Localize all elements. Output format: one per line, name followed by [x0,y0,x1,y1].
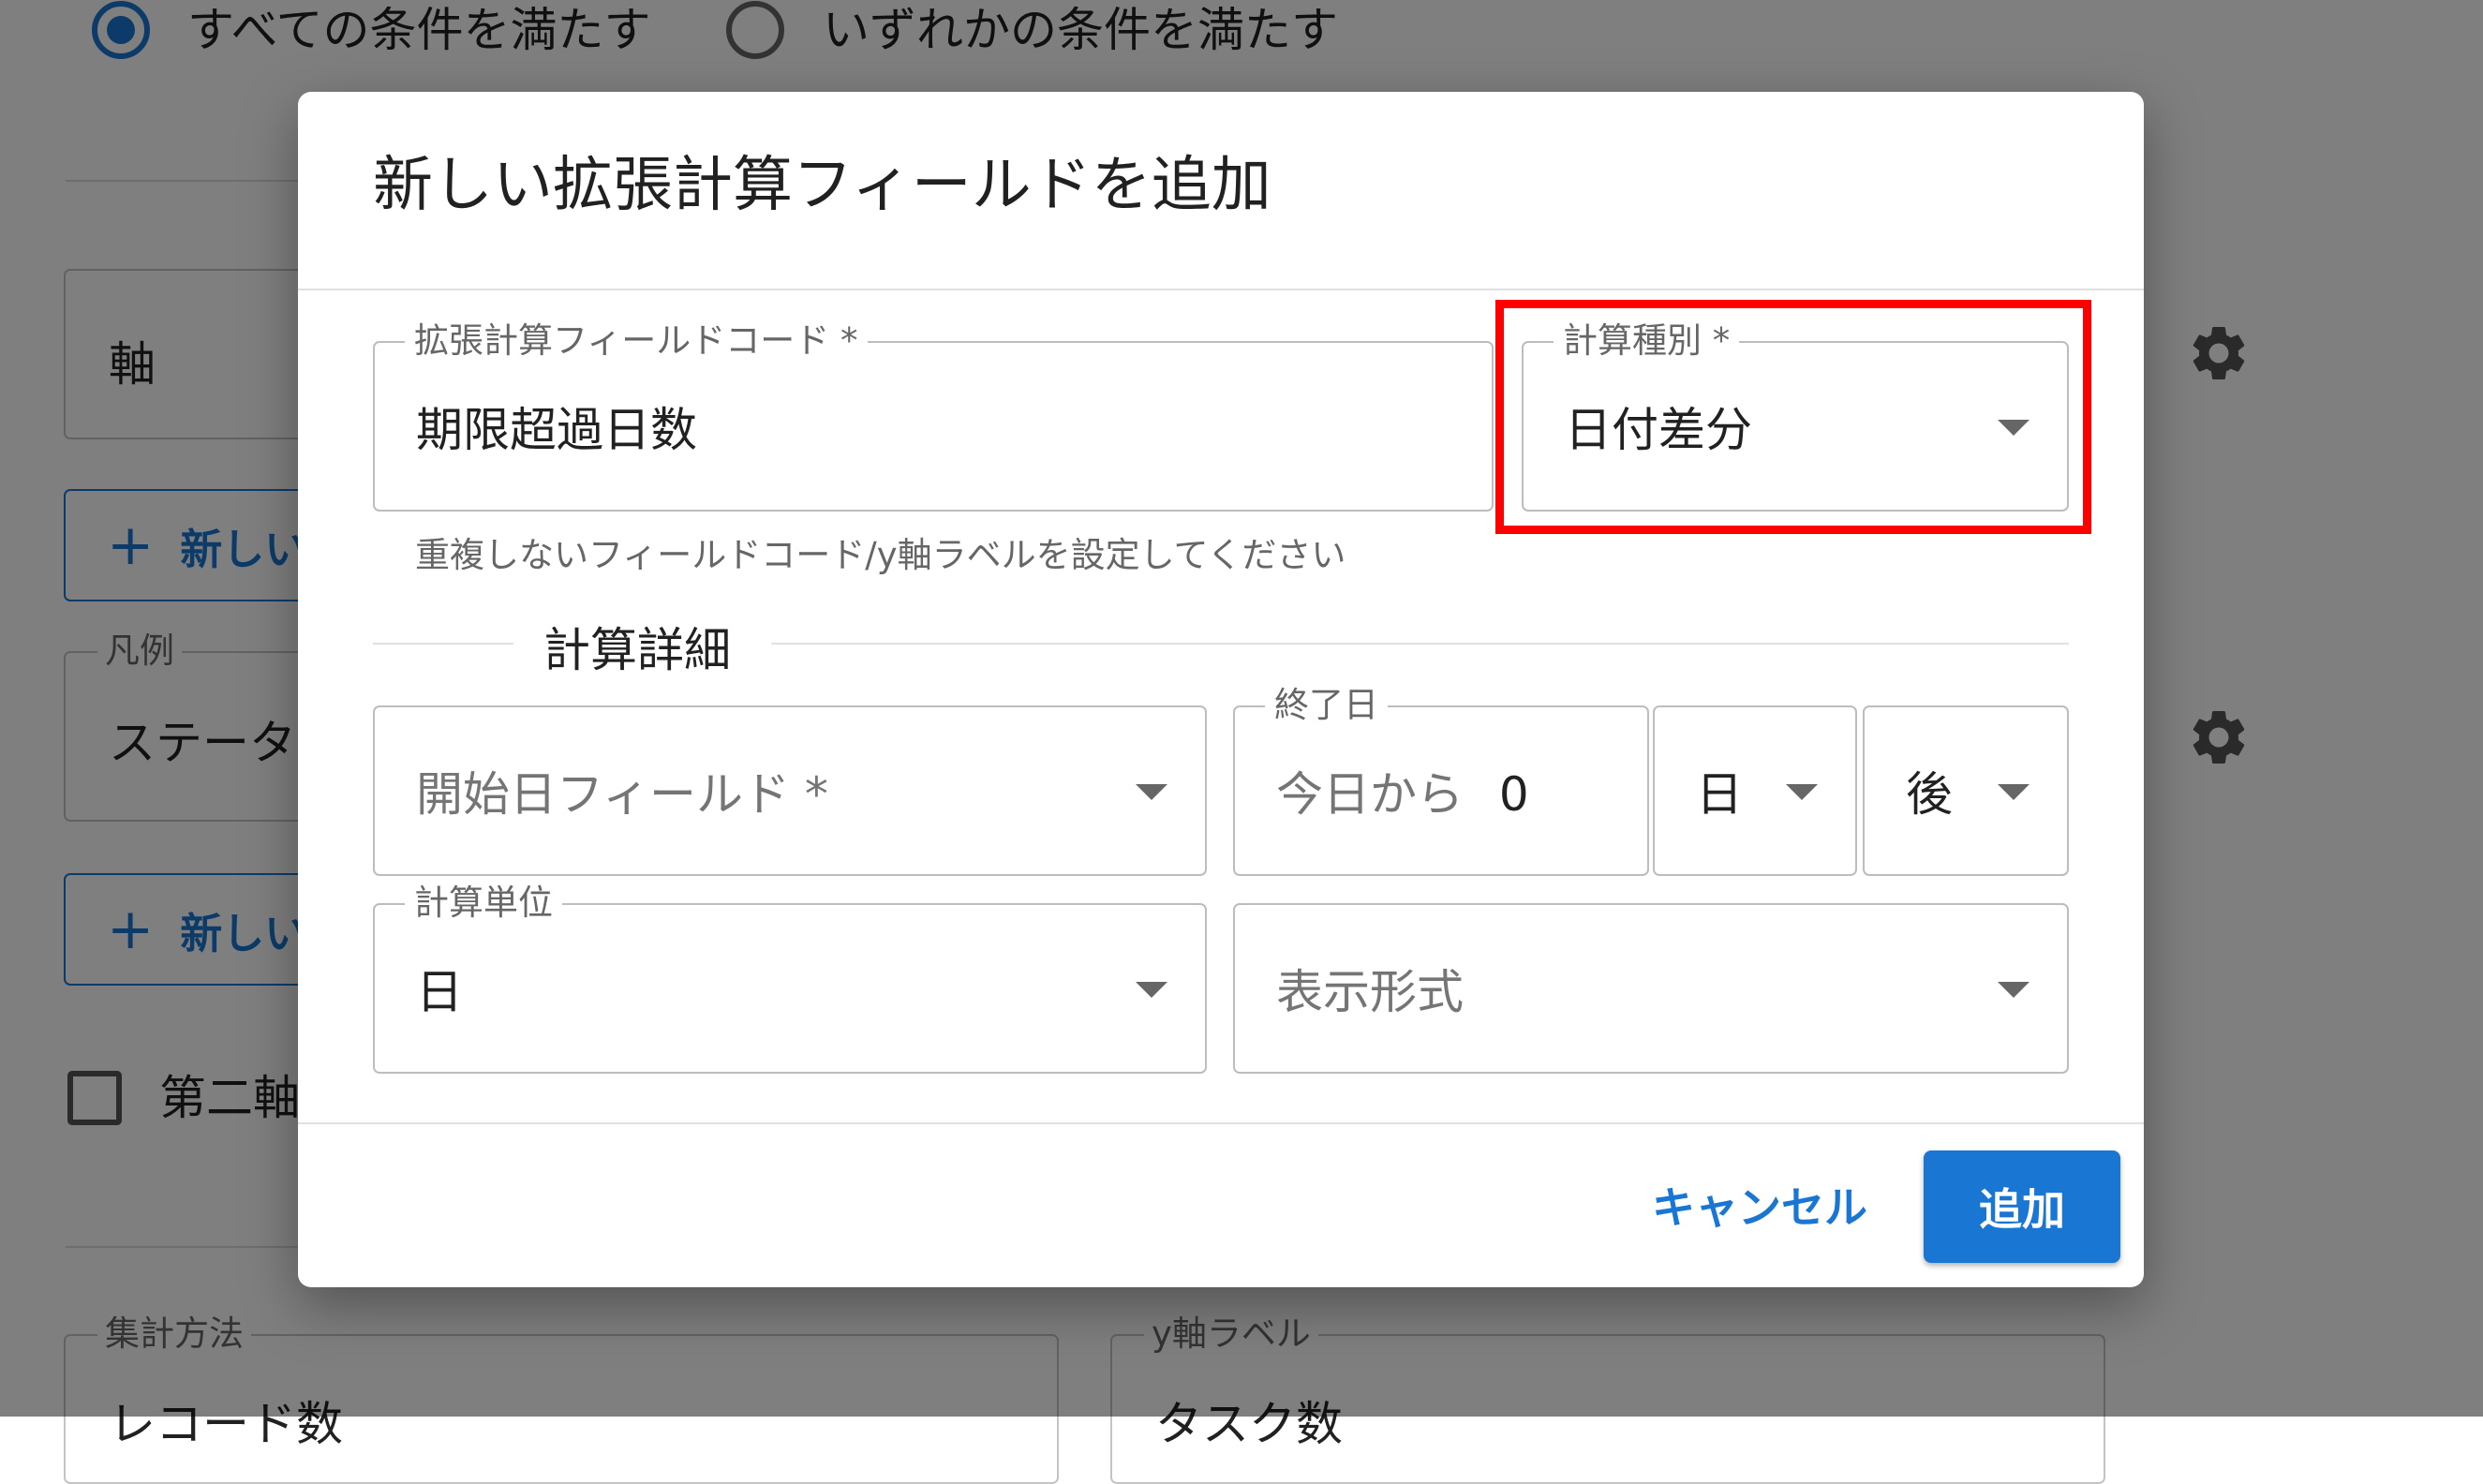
calc-unit-value: 日 [416,965,463,1019]
cancel-button[interactable]: キャンセル [1638,1155,1881,1254]
end-date-direction-value: 後 [1906,767,1953,822]
add-button[interactable]: 追加 [1924,1150,2120,1263]
end-date-prefix: 今日から [1276,767,1464,822]
caret-down-icon [1136,784,1167,800]
display-format-placeholder: 表示形式 [1276,965,1464,1019]
end-date-direction-select[interactable]: 後 [1863,705,2069,876]
calc-unit-label: 計算単位 [405,883,562,924]
end-date-label: 終了日 [1265,685,1388,726]
caret-down-icon [1998,982,2030,998]
divider [373,643,513,645]
end-date-unit-value: 日 [1696,767,1743,822]
end-date-value: 今日から 0 [1276,757,1529,824]
caret-down-icon [1998,784,2030,800]
field-code-label: 拡張計算フィールドコード * [405,320,868,362]
start-date-select[interactable]: 開始日フィールド * [373,705,1207,876]
calc-details-title: 計算詳細 [543,623,731,677]
add-calculated-field-dialog: 新しい拡張計算フィールドを追加 拡張計算フィールドコード * 期限超過日数 重複… [298,92,2144,1287]
dialog-title: 新しい拡張計算フィールドを追加 [373,151,1271,220]
divider [298,289,2144,290]
field-code-helper-text: 重複しないフィールドコード/y軸ラベルを設定してください [415,535,1346,575]
highlight-box [1495,300,2091,534]
field-code-input[interactable]: 拡張計算フィールドコード * 期限超過日数 [373,320,1494,512]
display-format-select[interactable]: 表示形式 [1233,903,2069,1074]
end-date-input[interactable]: 終了日 今日から 0 [1233,685,1649,876]
end-date-unit-select[interactable]: 日 [1653,705,1857,876]
caret-down-icon [1136,982,1167,998]
end-date-number: 0 [1498,767,1529,822]
divider [771,643,2069,645]
divider [298,1122,2144,1124]
start-date-placeholder: 開始日フィールド * [416,767,828,822]
calc-unit-select[interactable]: 計算単位 日 [373,883,1207,1074]
caret-down-icon [1786,784,1818,800]
field-code-value: 期限超過日数 [416,403,697,457]
